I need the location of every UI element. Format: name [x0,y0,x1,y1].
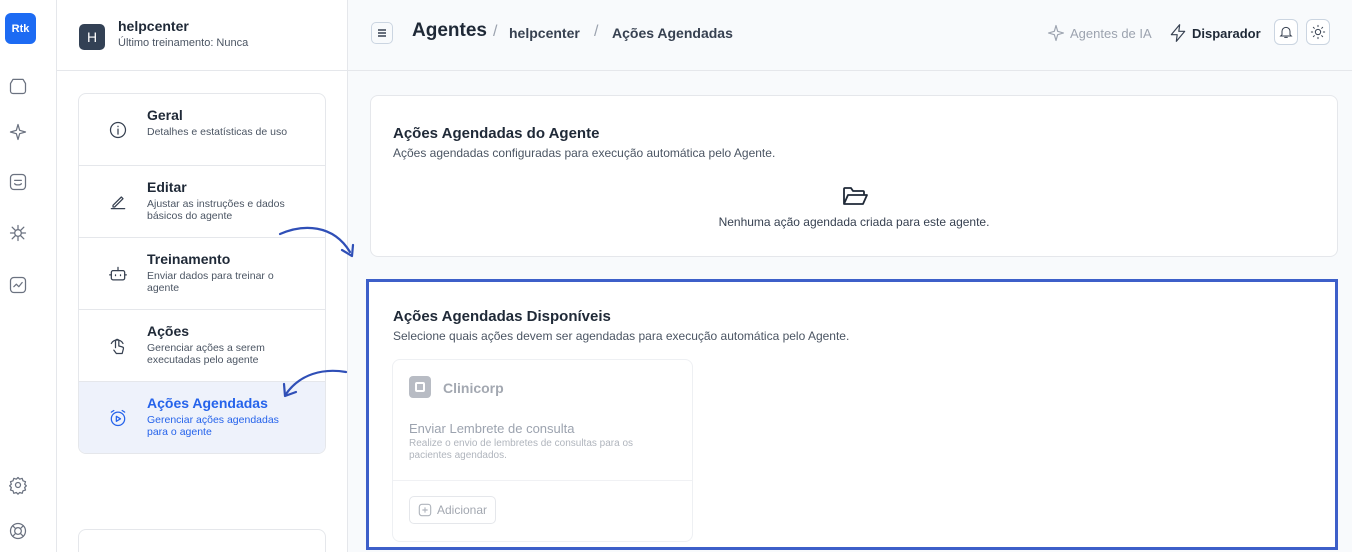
plus-square-icon [418,503,432,517]
agents-ia-button[interactable]: Agentes de IA [1046,22,1152,44]
agents-ia-label: Agentes de IA [1070,25,1152,41]
workspace-header[interactable]: H helpcenter Último treinamento: Nunca [57,0,348,71]
avatar: H [79,24,105,50]
menu-item-editar[interactable]: Editar Ajustar as instruções e dados bás… [79,166,325,238]
home-icon[interactable] [7,75,29,97]
menu-item-geral[interactable]: Geral Detalhes e estatísticas de uso [79,94,325,166]
settings-icon[interactable] [7,474,29,496]
available-actions-card: Ações Agendadas Disponíveis Selecione qu… [366,279,1338,550]
scheduled-title: Ações Agendadas do Agente [393,125,600,142]
sun-icon [1310,24,1326,40]
page-title[interactable]: Agentes [412,20,487,42]
breadcrumb-current: Ações Agendadas [612,25,733,41]
menu-item-desc: Enviar dados para treinar o agente [147,270,274,294]
help-icon[interactable] [7,520,29,542]
add-button[interactable]: Adicionar [409,496,497,524]
menu-item-title: Treinamento [147,251,231,267]
menu-toggle-button[interactable] [371,22,393,44]
sparkle-icon[interactable] [7,121,29,143]
breadcrumb-separator: / [493,23,498,40]
inbox-icon[interactable] [7,171,29,193]
menu-item-desc: Detalhes e estatísticas de uso [147,126,288,138]
hamburger-icon [378,29,386,37]
lightning-icon [1170,24,1186,42]
icon-rail: Rtk [0,0,57,552]
menu-item-desc: Gerenciar ações a serem executadas pelo … [147,342,265,366]
sparkle-icon [1047,24,1065,42]
app: Rtk H helpcenter Último treinamento: Nun… [0,0,1352,552]
menu-item-treinamento[interactable]: Treinamento Enviar dados para treinar o … [79,238,325,310]
bug-icon[interactable] [7,222,29,244]
alarm-icon [108,408,128,428]
menu-item-acoes[interactable]: Ações Gerenciar ações a serem executadas… [79,310,325,382]
robot-icon [108,264,128,284]
add-button-label: Adicionar [437,503,488,517]
menu-item-desc: Gerenciar ações agendadas para o agente [147,414,279,438]
top-header: Agentes / helpcenter / Ações Agendadas A… [348,0,1352,71]
menu-item-title: Editar [147,179,187,195]
available-title: Ações Agendadas Disponíveis [393,308,611,325]
theme-toggle-button[interactable] [1306,19,1330,45]
last-training: Último treinamento: Nunca [118,37,249,49]
menu-item-acoes-agendadas[interactable]: Ações Agendadas Gerenciar ações agendada… [79,382,325,453]
pencil-icon [108,192,128,212]
app-logo[interactable]: Rtk [5,13,36,44]
breadcrumb-separator: / [594,23,599,40]
agent-sidebar: H helpcenter Último treinamento: Nunca G… [57,0,348,552]
menu-item-title: Ações [147,323,190,339]
integration-name: Clinicorp [443,380,504,396]
scheduled-actions-card: Ações Agendadas do Agente Ações agendada… [370,95,1338,257]
menu-item-title: Geral [147,107,183,123]
clinicorp-logo-icon [409,376,431,398]
bell-icon [1279,26,1293,38]
agent-menu: Geral Detalhes e estatísticas de uso Edi… [78,93,326,454]
workspace-name: helpcenter [118,18,189,34]
chart-icon[interactable] [7,274,29,296]
sidebar-footer-card [78,529,326,552]
notifications-button[interactable] [1274,19,1298,45]
disparador-button[interactable]: Disparador [1168,22,1261,44]
menu-item-title: Ações Agendadas [147,395,268,411]
scheduled-subtitle: Ações agendadas configuradas para execuç… [393,146,776,160]
integration-action-title: Enviar Lembrete de consulta [409,421,575,436]
available-subtitle: Selecione quais ações devem ser agendada… [393,329,850,343]
integration-card: Clinicorp Enviar Lembrete de consulta Re… [392,359,693,542]
pointer-icon [108,336,128,356]
info-icon [108,120,128,140]
folder-open-icon [841,184,869,208]
integration-action-desc: Realize o envio de lembretes de consulta… [409,438,634,461]
divider [393,480,692,481]
empty-state-message: Nenhuma ação agendada criada para este a… [718,215,990,229]
disparador-label: Disparador [1192,25,1261,41]
menu-item-desc: Ajustar as instruções e dados básicos do… [147,198,285,222]
breadcrumb-workspace[interactable]: helpcenter [509,25,580,41]
